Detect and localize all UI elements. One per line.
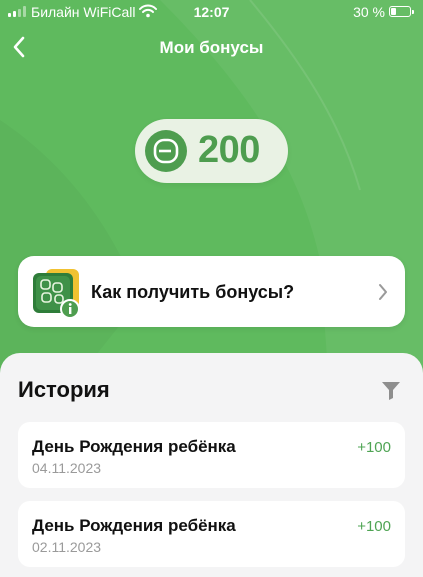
- status-bar: Билайн WiFiCall 12:07 30 %: [0, 0, 423, 24]
- battery-percent: 30 %: [353, 4, 385, 20]
- history-item-amount: +100: [357, 518, 391, 535]
- filter-icon[interactable]: [380, 379, 402, 401]
- history-sheet: История День Рождения ребёнка 04.11.2023…: [0, 353, 423, 577]
- how-to-get-bonuses-card[interactable]: Как получить бонусы?: [18, 256, 405, 327]
- chevron-right-icon: [379, 284, 387, 300]
- bonus-balance: 200: [135, 119, 288, 183]
- bonus-guide-icon: [33, 269, 80, 319]
- background-decoration: [160, 0, 423, 400]
- battery-icon: [389, 6, 414, 17]
- history-item-amount: +100: [357, 439, 391, 456]
- history-item[interactable]: День Рождения ребёнка 02.11.2023 +100: [18, 501, 405, 567]
- bonus-b-icon: [145, 130, 187, 172]
- screen: Билайн WiFiCall 12:07 30 % Мои бонусы 20…: [0, 0, 423, 577]
- history-item-title: День Рождения ребёнка: [32, 516, 236, 535]
- bonus-balance-value: 200: [198, 129, 260, 171]
- how-to-get-bonuses-label: Как получить бонусы?: [91, 282, 295, 302]
- history-item-date: 04.11.2023: [32, 460, 102, 476]
- history-item[interactable]: День Рождения ребёнка 04.11.2023 +100: [18, 422, 405, 488]
- history-title: История: [18, 377, 110, 402]
- history-item-title: День Рождения ребёнка: [32, 437, 236, 456]
- history-item-date: 02.11.2023: [32, 539, 102, 555]
- page-title: Мои бонусы: [159, 38, 264, 57]
